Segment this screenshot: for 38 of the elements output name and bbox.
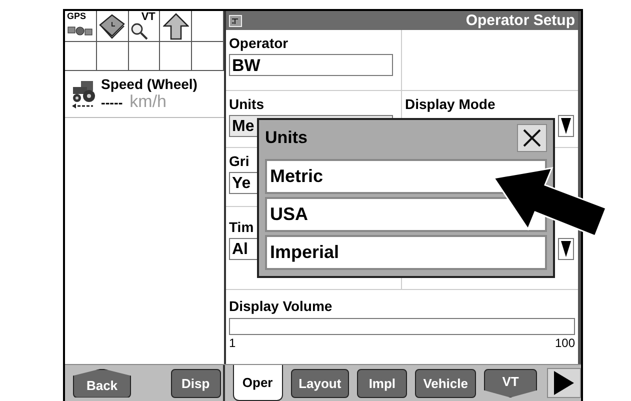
dropdown-arrow-icon[interactable] (558, 115, 574, 137)
next-button[interactable] (547, 368, 581, 398)
option-item[interactable]: Imperial (265, 235, 547, 270)
field-label: Operator (229, 35, 290, 51)
field-label: Gri (229, 153, 250, 169)
play-icon (553, 370, 575, 396)
up-arrow-icon (162, 12, 189, 40)
scale-min: 1 (229, 336, 236, 350)
volume-slider[interactable] (229, 318, 575, 335)
dropdown-arrow-icon[interactable] (558, 238, 574, 260)
nav-button[interactable]: Disp (170, 368, 221, 398)
scale-max: 100 (554, 336, 575, 350)
speed-unit: km/h (130, 92, 166, 112)
magnifier-icon (130, 22, 148, 40)
window-title: Operator Setup (466, 12, 575, 29)
tab[interactable]: Oper (232, 365, 283, 401)
field-label: Display Mode (405, 96, 496, 112)
tractor-icon (71, 79, 97, 109)
tab[interactable]: Impl (357, 368, 408, 398)
dialog-title: Units (265, 128, 308, 148)
option-item[interactable]: USA (265, 197, 547, 232)
icon-slot (192, 42, 224, 71)
book-icon (98, 13, 126, 39)
field-label: Units (229, 96, 265, 112)
close-button[interactable] (517, 124, 547, 152)
tab[interactable]: Layout (290, 368, 350, 398)
speed-label: Speed (Wheel) (101, 76, 198, 92)
slider-label: Display Volume (229, 298, 334, 314)
tab[interactable]: VT (484, 368, 537, 398)
nav-button[interactable]: Back (73, 368, 131, 398)
tab[interactable]: Vehicle (415, 368, 476, 398)
field-label: Tim (229, 219, 255, 235)
icon-label: GPS (67, 12, 86, 21)
close-icon (522, 128, 542, 148)
screen-icon (229, 14, 242, 26)
operator-field[interactable]: BW (229, 54, 393, 76)
icon-label: VT (141, 12, 156, 23)
speed-value: ----- (101, 94, 123, 110)
